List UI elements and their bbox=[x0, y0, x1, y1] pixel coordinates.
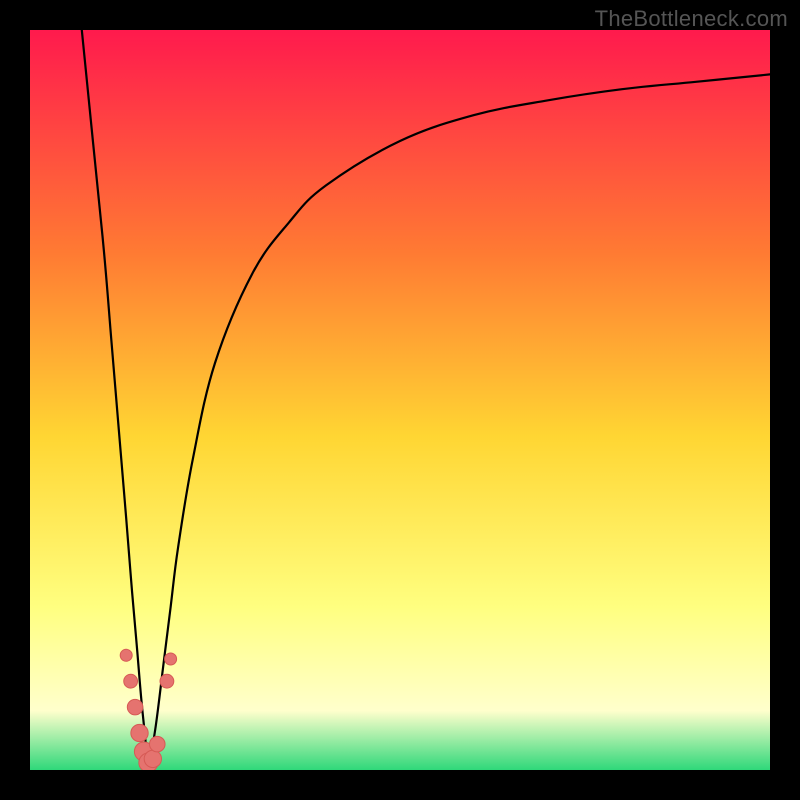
data-marker bbox=[144, 750, 161, 767]
data-marker bbox=[124, 674, 138, 688]
data-marker bbox=[150, 736, 166, 752]
chart-frame: TheBottleneck.com bbox=[0, 0, 800, 800]
data-marker bbox=[127, 699, 143, 715]
data-marker bbox=[165, 653, 177, 665]
chart-svg bbox=[30, 30, 770, 770]
data-marker bbox=[160, 674, 174, 688]
data-marker bbox=[131, 724, 148, 741]
data-marker bbox=[120, 649, 132, 661]
plot-area bbox=[30, 30, 770, 770]
watermark-text: TheBottleneck.com bbox=[595, 6, 788, 32]
